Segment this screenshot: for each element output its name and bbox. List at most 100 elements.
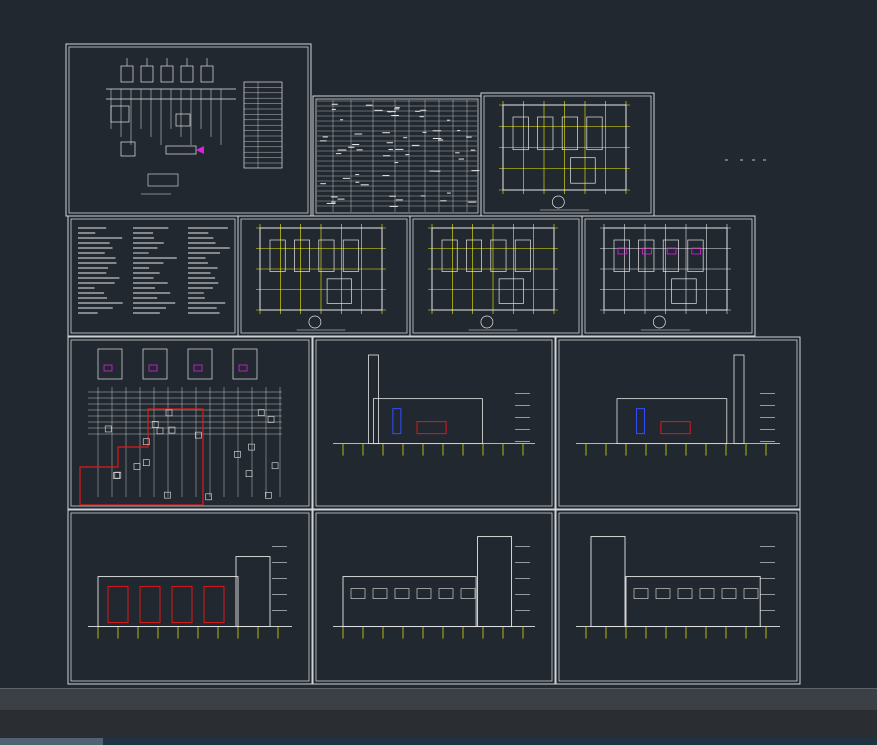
valve-symbol <box>114 471 122 479</box>
valve-symbol <box>113 472 120 479</box>
boiler-red <box>416 421 447 435</box>
main-building <box>625 576 761 628</box>
window <box>743 588 759 599</box>
boiler-room-equipment <box>514 239 531 272</box>
valve-symbol <box>267 416 275 423</box>
room <box>671 278 697 304</box>
magenta-marker <box>196 146 204 154</box>
window <box>460 588 476 599</box>
main-building <box>342 576 477 628</box>
valve-symbol <box>205 493 212 501</box>
chimney-circle <box>652 315 666 329</box>
window <box>372 588 388 599</box>
boiler-unit <box>180 65 194 83</box>
boiler-unit <box>140 65 154 83</box>
sheet-elevation-1-inner <box>70 512 310 682</box>
burner <box>103 364 113 372</box>
boiler-unit <box>97 348 123 380</box>
tank <box>110 105 130 123</box>
window <box>655 588 671 599</box>
magenta-equipment <box>642 247 652 255</box>
boiler-unit <box>120 65 134 83</box>
horizontal-scrollbar[interactable] <box>0 688 877 711</box>
main-building <box>97 576 239 628</box>
window <box>677 588 693 599</box>
boiler-room-equipment <box>537 116 554 151</box>
burner <box>193 364 203 372</box>
valve-symbol <box>151 421 159 428</box>
magenta-equipment <box>617 247 628 255</box>
model-tab[interactable] <box>0 738 103 745</box>
sheet-section-2 <box>555 336 801 510</box>
sheet-elevation-1 <box>67 509 313 685</box>
valve-symbol <box>257 409 265 416</box>
burner <box>148 364 158 372</box>
stair-tower <box>235 556 271 628</box>
valve-symbol <box>133 463 141 470</box>
window <box>416 588 432 599</box>
valve-symbol <box>156 427 164 435</box>
stair-tower <box>477 536 513 628</box>
boiler-bay <box>203 586 225 624</box>
sheet-elevation-2-inner <box>315 512 553 682</box>
magenta-equipment <box>666 247 677 255</box>
sheet-floor-plan-2 <box>237 215 411 337</box>
layout-tabs-area <box>103 738 877 745</box>
sheet-piping-schematic-red <box>67 336 313 510</box>
valve-symbol <box>104 425 112 433</box>
sheet-elevation-2 <box>312 509 556 685</box>
valve-symbol <box>248 443 255 451</box>
boiler-room-equipment <box>342 239 359 272</box>
valve-symbol <box>234 450 241 458</box>
boiler-bay <box>107 586 129 624</box>
chimney-circle <box>551 195 565 209</box>
sheet-floor-plan-yellow-1 <box>480 92 655 217</box>
sheet-floor-plan-3 <box>409 215 583 337</box>
sheet-floor-plan-4 <box>581 215 756 337</box>
equipment-blue <box>392 408 402 435</box>
window <box>721 588 737 599</box>
red-boundary <box>79 408 204 506</box>
boiler-room-equipment <box>294 239 310 272</box>
room <box>570 157 596 184</box>
boiler-room-equipment <box>687 239 704 272</box>
valve-symbol <box>195 431 202 439</box>
chimney-circle <box>308 315 322 329</box>
sheet-system-schematic <box>65 43 312 217</box>
sheet-section-1 <box>312 336 556 510</box>
valve-symbol <box>164 491 171 499</box>
boiler-unit <box>232 348 258 380</box>
drawing-layer <box>65 43 801 685</box>
sheet-design-notes <box>67 215 239 337</box>
chimney-circle <box>480 315 494 329</box>
tank <box>120 141 136 157</box>
room <box>326 278 352 304</box>
boiler-room-equipment <box>269 239 286 272</box>
valve-symbol <box>165 409 173 417</box>
boiler-bay <box>171 586 193 624</box>
valve-symbol <box>265 492 272 499</box>
boiler-room-equipment <box>466 239 482 272</box>
magenta-equipment <box>691 247 701 255</box>
valve-symbol <box>142 459 150 466</box>
room <box>498 278 524 304</box>
boiler-room-equipment <box>638 239 655 272</box>
boiler-room-equipment <box>512 116 529 151</box>
window <box>394 588 410 599</box>
legend-detail <box>147 173 179 187</box>
boiler-unit <box>200 65 214 83</box>
boiler-bay <box>139 586 161 624</box>
sheet-section-1-inner <box>315 339 553 507</box>
drawing-canvas[interactable] <box>0 0 877 688</box>
sheet-section-2-inner <box>558 339 798 507</box>
sheet-system-schematic-inner <box>68 46 309 214</box>
boiler-room-equipment <box>586 116 603 151</box>
heat-exchanger <box>165 145 197 155</box>
boiler-unit <box>187 348 213 380</box>
window <box>633 588 649 599</box>
boiler-room-equipment <box>441 239 458 272</box>
stair-tower <box>590 536 626 628</box>
boiler-unit <box>160 65 174 83</box>
chimney <box>733 354 745 445</box>
pump <box>175 113 191 127</box>
